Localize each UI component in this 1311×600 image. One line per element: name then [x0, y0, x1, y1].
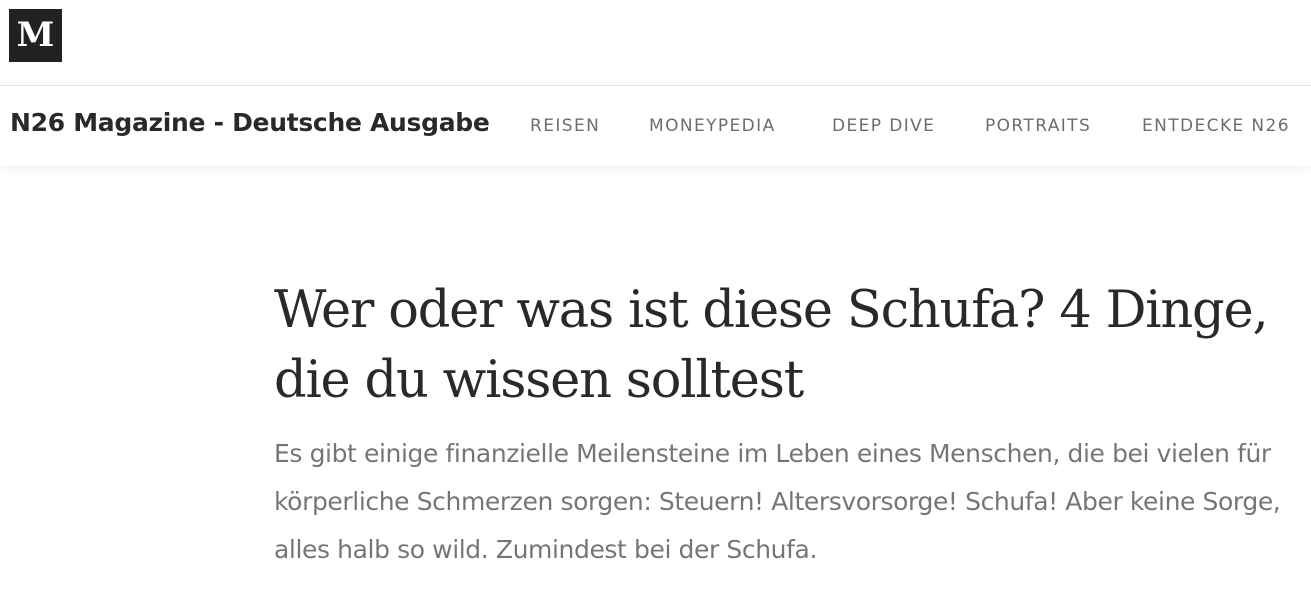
nav-link-entdecke-n26[interactable]: ENTDECKE N26 [1142, 116, 1290, 136]
article-headline: Wer oder was ist diese Schufa? 4 Dinge, … [274, 281, 1269, 410]
medium-logo-icon[interactable]: M [9, 9, 62, 62]
top-bar: M [0, 0, 1311, 86]
publication-title[interactable]: N26 Magazine - Deutsche Ausgabe [10, 108, 490, 137]
publication-nav-bar: N26 Magazine - Deutsche Ausgabe REISEN M… [0, 86, 1311, 166]
nav-link-reisen[interactable]: REISEN [530, 116, 600, 136]
nav-link-deep-dive[interactable]: DEEP DIVE [832, 116, 935, 136]
nav-link-portraits[interactable]: PORTRAITS [985, 116, 1091, 136]
article-subtitle: Es gibt einige finanzielle Meilensteine … [274, 439, 1281, 564]
nav-link-moneypedia[interactable]: MONEYPEDIA [649, 116, 776, 136]
